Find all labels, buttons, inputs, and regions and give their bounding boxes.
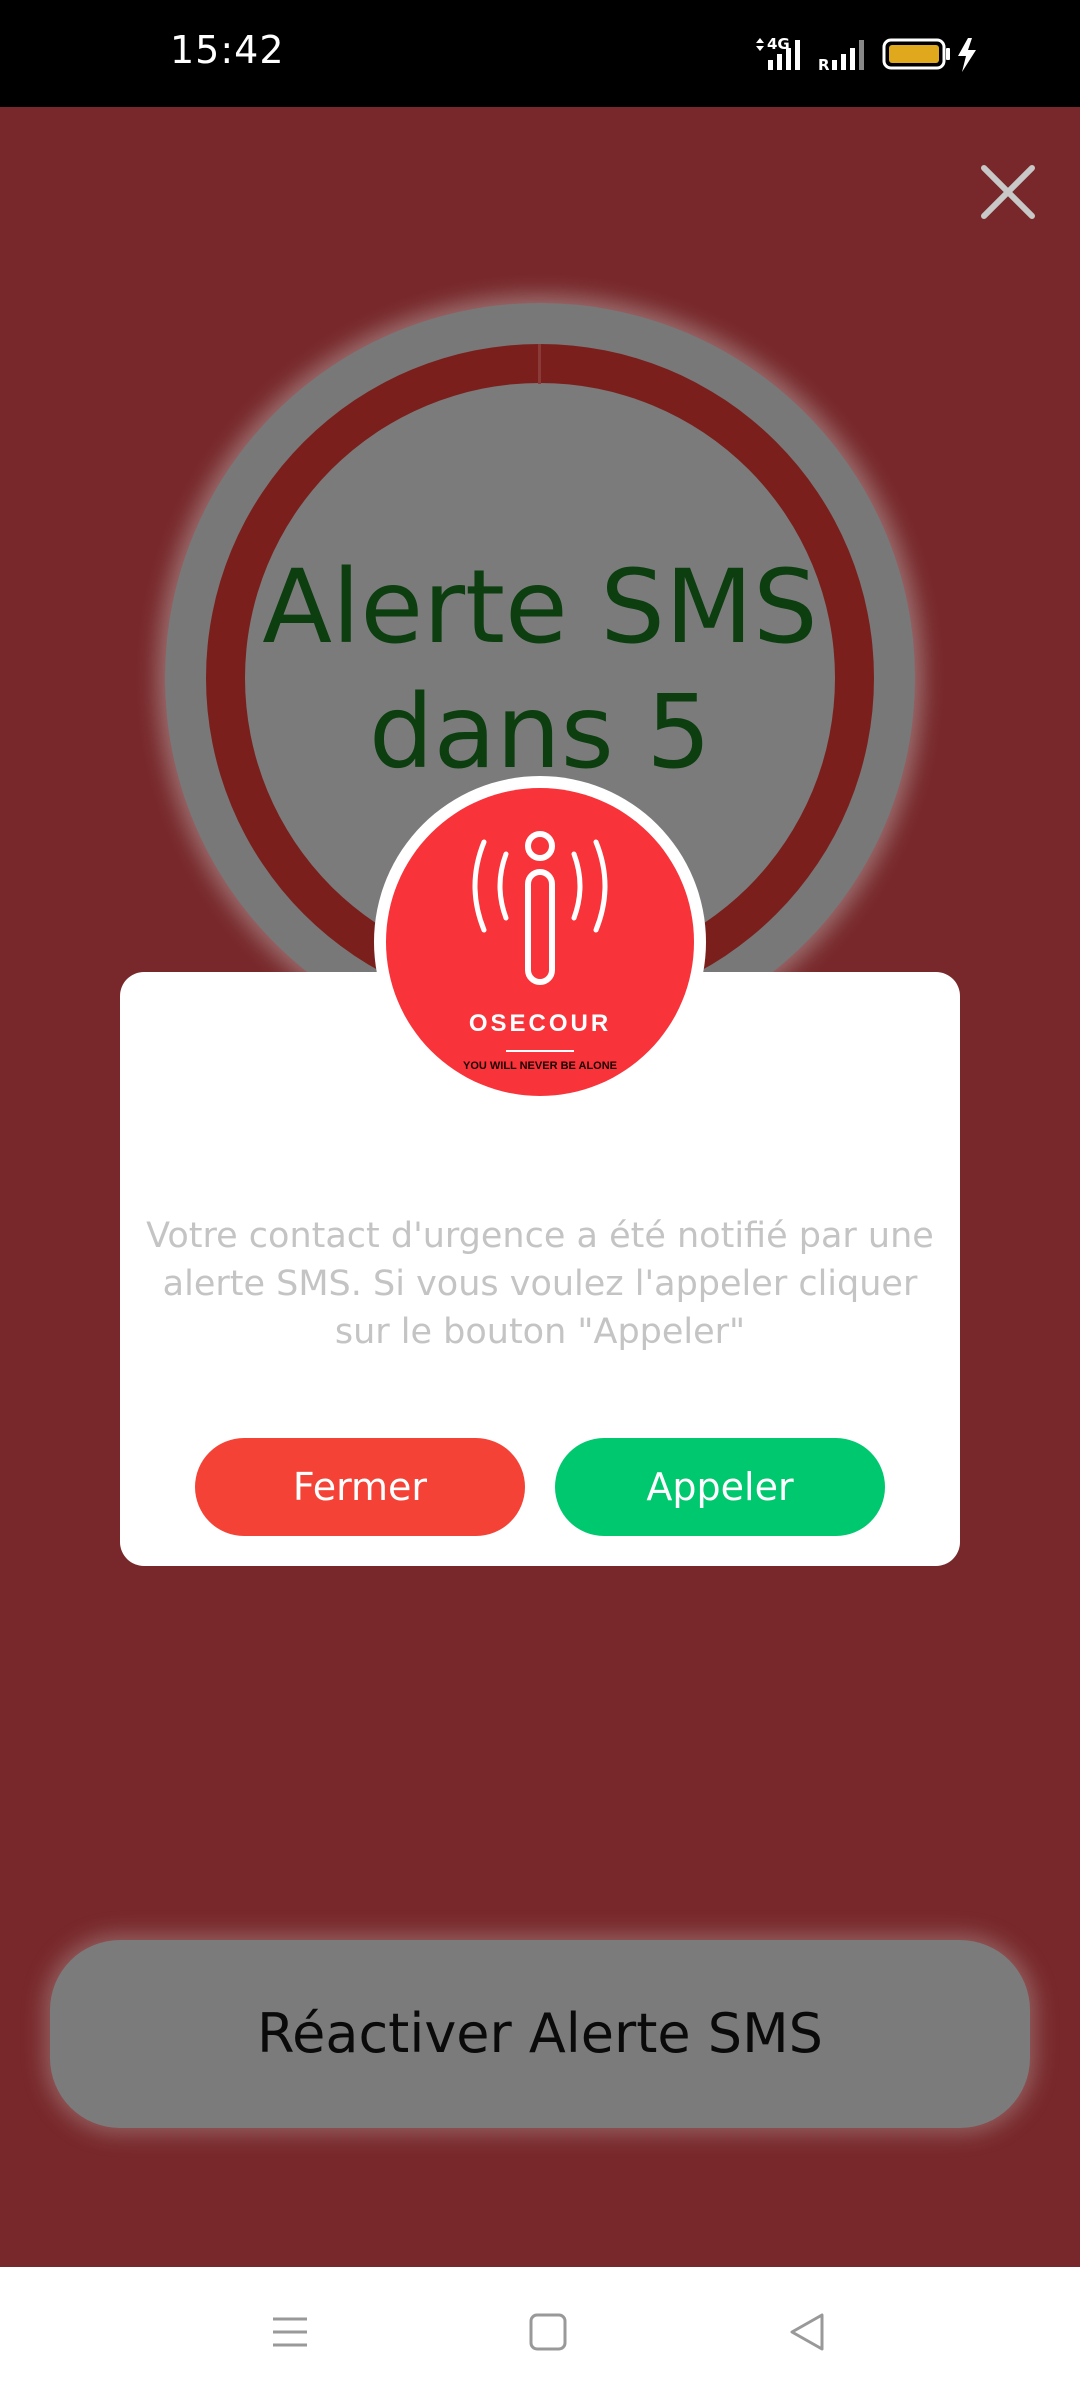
- charging-bolt-icon: [958, 38, 976, 72]
- close-button[interactable]: Fermer: [195, 1438, 525, 1536]
- home-icon[interactable]: [523, 2307, 573, 2357]
- status-time: 15:42: [170, 28, 285, 72]
- countdown-text: Alerte SMS dans 5: [165, 545, 915, 795]
- battery-icon: [882, 38, 950, 70]
- call-button[interactable]: Appeler: [555, 1438, 885, 1536]
- logo-badge: OSECOUR YOU WILL NEVER BE ALONE: [386, 788, 694, 1096]
- menu-icon[interactable]: [265, 2307, 315, 2357]
- close-icon[interactable]: [978, 162, 1038, 222]
- roaming-label: R: [818, 56, 830, 74]
- dialog-message: Votre contact d'urgence a été notifié pa…: [146, 1216, 934, 1352]
- status-bar: 15:42 4G R: [0, 0, 1080, 107]
- countdown-ring-tick: [538, 344, 541, 384]
- navigation-bar: [0, 2267, 1080, 2400]
- logo-tagline: YOU WILL NEVER BE ALONE: [462, 1060, 617, 1072]
- logo-divider: [506, 1050, 574, 1052]
- reactivate-sms-alert-button[interactable]: Réactiver Alerte SMS: [50, 1940, 1030, 2128]
- countdown-line-1: Alerte SMS: [262, 548, 818, 667]
- app-logo: OSECOUR YOU WILL NEVER BE ALONE: [374, 776, 706, 1108]
- status-icons: 4G R: [750, 34, 1000, 74]
- back-icon[interactable]: [782, 2307, 832, 2357]
- logo-name: OSECOUR: [468, 1010, 612, 1037]
- signal-4g-icon: 4G: [756, 35, 800, 70]
- battery-fill: [889, 45, 939, 63]
- signal-roaming-icon: R: [818, 40, 864, 74]
